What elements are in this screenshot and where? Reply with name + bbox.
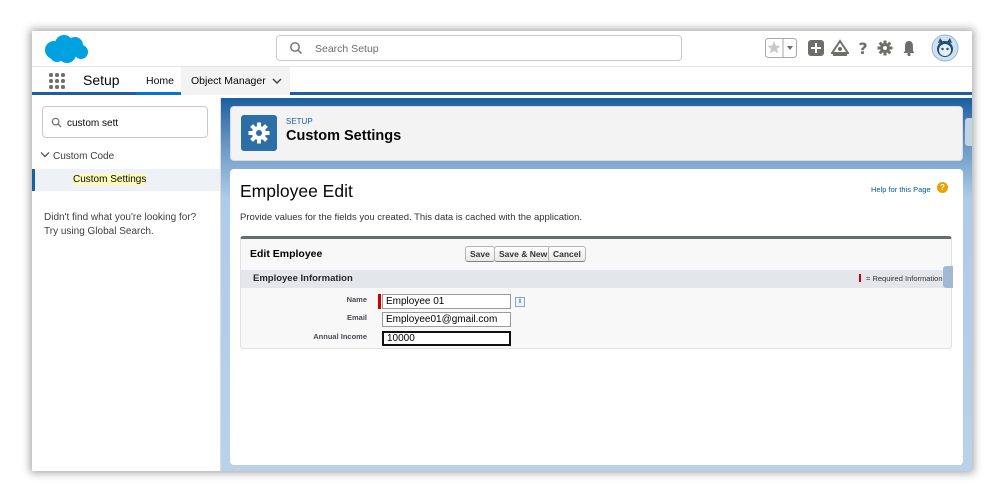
- chevron-down-icon: [40, 152, 50, 158]
- email-label: Email: [346, 313, 367, 322]
- section-collapse-handle[interactable]: [943, 266, 953, 288]
- page-eyebrow: SETUP: [286, 117, 313, 126]
- global-search-input[interactable]: [315, 40, 665, 58]
- tree-item-custom-settings-label: Custom Settings: [73, 174, 147, 185]
- section-header: Employee Information = Required Informat…: [241, 270, 951, 288]
- app-launcher-icon[interactable]: [49, 73, 65, 89]
- favorites-star-icon[interactable]: [765, 37, 797, 59]
- search-icon: [290, 42, 302, 54]
- page-block: Edit Employee Save Save & New Cancel Emp…: [240, 236, 953, 349]
- tree-item-custom-code[interactable]: Custom Code: [40, 151, 114, 162]
- info-icon[interactable]: i: [515, 297, 525, 307]
- setup-sidebar: Custom Code Custom Settings Didn't find …: [32, 98, 221, 471]
- section-title: Employee Information: [253, 273, 353, 284]
- notifications-bell-icon[interactable]: [902, 37, 916, 59]
- cancel-button[interactable]: Cancel: [548, 246, 586, 262]
- chevron-down-icon[interactable]: [272, 76, 282, 86]
- edit-description: Provide values for the fields you create…: [240, 212, 583, 223]
- email-field[interactable]: [382, 312, 511, 327]
- tree-item-custom-settings[interactable]: Custom Settings: [32, 169, 220, 191]
- name-required-marker: [378, 294, 381, 309]
- help-icon[interactable]: ?: [856, 37, 870, 59]
- name-label: Name: [346, 295, 367, 304]
- salesforce-logo[interactable]: [42, 34, 90, 64]
- search-hint: Didn't find what you're looking for? Try…: [44, 211, 214, 239]
- save-and-new-button[interactable]: Save & New: [494, 246, 553, 262]
- app-window: ?: [32, 31, 972, 471]
- annual-income-field[interactable]: [382, 331, 511, 346]
- panel-collapse-handle[interactable]: [965, 118, 972, 146]
- main-content: SETUP Custom Settings Employee Edit Help…: [221, 98, 972, 471]
- svg-text:?: ?: [858, 39, 867, 58]
- edit-heading: Employee Edit: [240, 181, 353, 201]
- help-icon[interactable]: ?: [937, 182, 948, 193]
- gear-icon: [248, 122, 270, 144]
- save-button[interactable]: Save: [465, 246, 495, 262]
- search-hint-line2: Try using Global Search.: [44, 226, 154, 237]
- global-actions-icon[interactable]: [808, 37, 824, 59]
- app-nav-bar: Setup Home Object Manager: [32, 67, 972, 95]
- tree-item-custom-code-label: Custom Code: [53, 151, 115, 162]
- tab-home[interactable]: Home: [136, 67, 185, 95]
- edit-card: Employee Edit Help for this Page ? Provi…: [230, 169, 963, 465]
- search-hint-line1: Didn't find what you're looking for?: [44, 212, 197, 223]
- search-icon: [51, 117, 62, 128]
- help-link[interactable]: Help for this Page: [871, 185, 931, 194]
- annual-income-label: Annual Income: [313, 332, 367, 341]
- quick-find-box[interactable]: [42, 106, 208, 138]
- required-legend-text: = Required Information: [866, 274, 943, 283]
- page-header: SETUP Custom Settings: [230, 106, 963, 161]
- page-block-title: Edit Employee: [250, 248, 323, 260]
- global-header: ?: [32, 31, 972, 67]
- setup-gear-icon: [241, 115, 277, 151]
- tab-object-manager-label: Object Manager: [191, 75, 266, 87]
- required-legend: = Required Information: [859, 274, 943, 283]
- user-avatar[interactable]: [931, 34, 959, 62]
- gear-icon[interactable]: [877, 37, 893, 59]
- page-title: Custom Settings: [286, 128, 402, 144]
- required-marker: [859, 274, 861, 282]
- quick-find-input[interactable]: [67, 115, 197, 131]
- name-field[interactable]: [382, 294, 511, 309]
- app-name: Setup: [83, 72, 120, 88]
- trailhead-icon[interactable]: [831, 37, 849, 59]
- global-search-box[interactable]: [276, 35, 682, 61]
